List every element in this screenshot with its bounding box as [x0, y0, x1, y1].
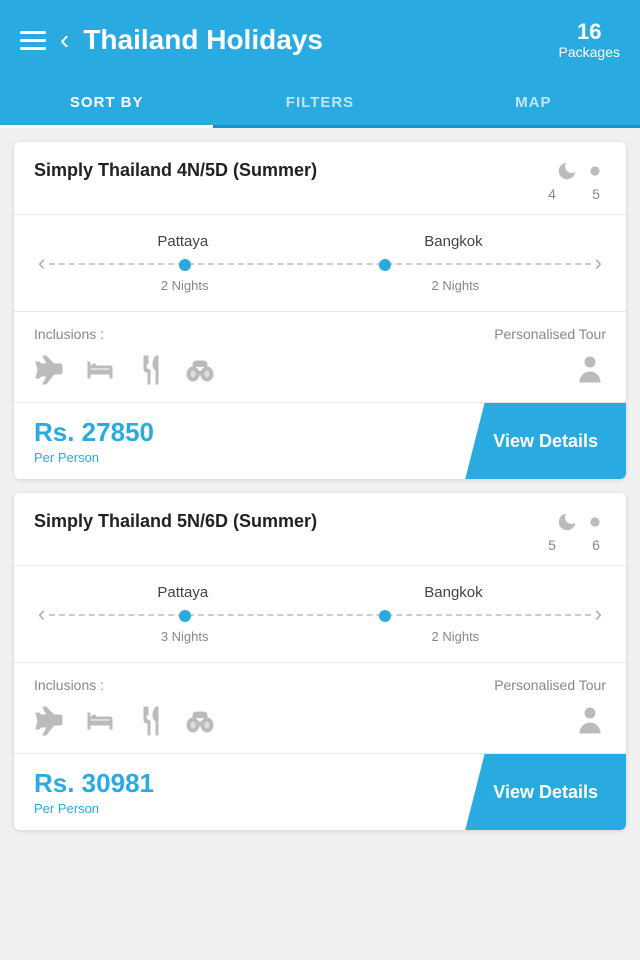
- route-next-1[interactable]: ›: [591, 250, 606, 276]
- city-1-nights: 2 Nights: [161, 278, 209, 293]
- inclusions-label-1: Inclusions :: [34, 326, 104, 342]
- route-section-2: ‹ Pattaya Bangkok 3 Nights 2 Nig: [14, 566, 626, 663]
- card-header-2: Simply Thailand 5N/6D (Summer): [14, 493, 626, 566]
- route-dot-1a: [179, 259, 191, 271]
- page-title: Thailand Holidays: [83, 24, 323, 56]
- city-1-name: Pattaya: [157, 233, 208, 250]
- city-2-name: Bangkok: [424, 233, 482, 250]
- nights-count-1: 4: [542, 186, 562, 202]
- header: ‹ Thailand Holidays 16 Packages: [0, 0, 640, 80]
- route-dot-1b: [379, 259, 391, 271]
- night-day-1: 4 5: [536, 160, 606, 202]
- price-per-1: Per Person: [34, 450, 445, 465]
- inclusion-icons-2: [34, 705, 216, 737]
- personalised-label-1: Personalised Tour: [494, 326, 606, 342]
- route-line-container-2: Pattaya Bangkok 3 Nights 2 Nights: [49, 584, 590, 644]
- moon-icon-2: [556, 511, 578, 533]
- cards-container: Simply Thailand 4N/5D (Summer): [0, 128, 640, 830]
- personalised-label-2: Personalised Tour: [494, 677, 606, 693]
- binoculars-icon-1: [184, 354, 216, 386]
- sun-icon-1: [584, 160, 606, 182]
- price-section-2: Rs. 30981 Per Person: [14, 754, 465, 830]
- packages-count-container: 16 Packages: [559, 20, 620, 60]
- bed-icon-2: [84, 705, 116, 737]
- back-button[interactable]: ‹: [60, 26, 69, 54]
- inclusions-section-2: Inclusions : Personalised Tour: [14, 663, 626, 754]
- tab-sort[interactable]: SORT BY: [0, 80, 213, 125]
- moon-icon-1: [556, 160, 578, 182]
- days-count-1: 5: [586, 186, 606, 202]
- card-header-1: Simply Thailand 4N/5D (Summer): [14, 142, 626, 215]
- meal-icon-2: [134, 705, 166, 737]
- price-section-1: Rs. 27850 Per Person: [14, 403, 465, 479]
- person-icon-2: [574, 705, 606, 737]
- card-title-2: Simply Thailand 5N/6D (Summer): [34, 511, 536, 532]
- route-dot-2b: [379, 610, 391, 622]
- city-4-nights: 2 Nights: [431, 629, 479, 644]
- plane-icon-2: [34, 705, 66, 737]
- view-details-btn-1[interactable]: View Details: [465, 403, 626, 479]
- route-next-2[interactable]: ›: [591, 601, 606, 627]
- meal-icon-1: [134, 354, 166, 386]
- view-details-btn-2[interactable]: View Details: [465, 754, 626, 830]
- days-count-2: 6: [586, 537, 606, 553]
- packages-count: 16: [559, 20, 620, 44]
- city-3-nights: 3 Nights: [161, 629, 209, 644]
- price-per-2: Per Person: [34, 801, 445, 816]
- header-left: ‹ Thailand Holidays: [20, 24, 323, 56]
- inclusions-section-1: Inclusions : Personalised Tour: [14, 312, 626, 403]
- price-amount-2: Rs. 30981: [34, 768, 445, 799]
- hamburger-icon[interactable]: [20, 31, 46, 50]
- night-day-2: 5 6: [536, 511, 606, 553]
- bed-icon-1: [84, 354, 116, 386]
- person-icon-1: [574, 354, 606, 386]
- card-footer-2: Rs. 30981 Per Person View Details: [14, 754, 626, 830]
- route-prev-1[interactable]: ‹: [34, 250, 49, 276]
- city-2-nights: 2 Nights: [431, 278, 479, 293]
- route-prev-2[interactable]: ‹: [34, 601, 49, 627]
- sun-icon-2: [584, 511, 606, 533]
- plane-icon-1: [34, 354, 66, 386]
- tab-bar: SORT BY FILTERS MAP: [0, 80, 640, 128]
- binoculars-icon-2: [184, 705, 216, 737]
- route-dot-2a: [179, 610, 191, 622]
- tab-filters[interactable]: FILTERS: [213, 80, 426, 125]
- inclusions-label-2: Inclusions :: [34, 677, 104, 693]
- route-line-container-1: Pattaya Bangkok 2 Nights 2 Nights: [49, 233, 590, 293]
- package-card-1: Simply Thailand 4N/5D (Summer): [14, 142, 626, 479]
- packages-label: Packages: [559, 44, 620, 60]
- price-amount-1: Rs. 27850: [34, 417, 445, 448]
- route-section-1: ‹ Pattaya Bangkok 2 Nights 2 Nig: [14, 215, 626, 312]
- city-3-name: Pattaya: [157, 584, 208, 601]
- inclusion-icons-1: [34, 354, 216, 386]
- tab-map[interactable]: MAP: [427, 80, 640, 125]
- city-4-name: Bangkok: [424, 584, 482, 601]
- package-card-2: Simply Thailand 5N/6D (Summer): [14, 493, 626, 830]
- card-footer-1: Rs. 27850 Per Person View Details: [14, 403, 626, 479]
- card-title-1: Simply Thailand 4N/5D (Summer): [34, 160, 536, 181]
- nights-count-2: 5: [542, 537, 562, 553]
